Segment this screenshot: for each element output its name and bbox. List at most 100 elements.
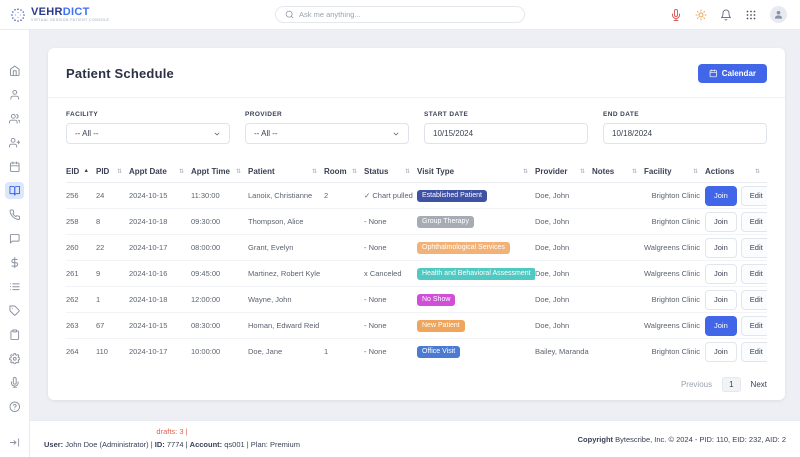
cell-status: ✓ Chart pulled xyxy=(364,183,417,209)
edit-button[interactable]: Edit xyxy=(741,238,767,258)
facility-select[interactable]: -- All -- xyxy=(66,123,230,144)
cell-visit_type: Ophthalmological Services xyxy=(417,235,535,261)
edit-button[interactable]: Edit xyxy=(741,186,767,206)
cell-room xyxy=(324,209,364,235)
column-header-eid[interactable]: EID▲ xyxy=(66,162,96,183)
filter-label-start-date: START DATE xyxy=(424,111,588,118)
edit-button[interactable]: Edit xyxy=(741,342,767,362)
column-label: PID xyxy=(96,167,109,176)
column-header-pid[interactable]: PID⇅ xyxy=(96,162,129,183)
topbar-actions xyxy=(670,6,800,23)
logo-text-primary: VEHR xyxy=(31,6,63,18)
sidebar-item-home[interactable] xyxy=(5,62,24,79)
calendar-button[interactable]: Calendar xyxy=(698,64,767,83)
column-header-actions[interactable]: Actions⇅ xyxy=(705,162,767,183)
sun-icon[interactable] xyxy=(695,9,707,21)
column-label: Visit Type xyxy=(417,167,454,176)
patients-icon xyxy=(9,113,21,125)
cell-facility: Walgreens Clinic xyxy=(644,235,705,261)
sidebar-item-tags[interactable] xyxy=(5,302,24,319)
app-logo[interactable]: VEHRDICT VIRTUAL SESSION PATIENT CONSOLE xyxy=(0,7,109,23)
column-header-appt_time[interactable]: Appt Time⇅ xyxy=(191,162,248,183)
sidebar-item-clipboard[interactable] xyxy=(5,326,24,343)
join-button[interactable]: Join xyxy=(705,264,737,284)
column-header-room[interactable]: Room⇅ xyxy=(324,162,364,183)
column-header-provider[interactable]: Provider⇅ xyxy=(535,162,592,183)
join-button[interactable]: Join xyxy=(705,212,737,232)
sidebar-item-calls[interactable] xyxy=(5,206,24,223)
sidebar-item-lists[interactable] xyxy=(5,278,24,295)
microphone-icon[interactable] xyxy=(670,9,682,21)
sidebar-item-patient[interactable] xyxy=(5,86,24,103)
sidebar-item-messages[interactable] xyxy=(5,230,24,247)
join-button[interactable]: Join xyxy=(705,290,737,310)
column-header-status[interactable]: Status⇅ xyxy=(364,162,417,183)
pagination-next[interactable]: Next xyxy=(751,380,767,389)
schedule-table: EID▲PID⇅Appt Date⇅Appt Time⇅Patient⇅Room… xyxy=(66,162,767,365)
column-header-facility[interactable]: Facility ⇅ xyxy=(644,162,705,183)
provider-select[interactable]: -- All -- xyxy=(245,123,409,144)
cell-eid: 260 xyxy=(66,235,96,261)
sidebar-item-schedule[interactable] xyxy=(5,182,24,199)
cell-facility: Brighton Clinic xyxy=(644,287,705,313)
sidebar-item-add-patient[interactable] xyxy=(5,134,24,151)
pagination-previous[interactable]: Previous xyxy=(681,380,712,389)
sidebar-item-help[interactable] xyxy=(5,398,24,415)
join-button[interactable]: Join xyxy=(705,316,737,336)
edit-button[interactable]: Edit xyxy=(741,316,767,336)
sidebar-item-dictation[interactable] xyxy=(5,374,24,391)
search-input[interactable] xyxy=(299,10,515,19)
join-button[interactable]: Join xyxy=(705,342,737,362)
phone-icon xyxy=(9,209,21,221)
join-button[interactable]: Join xyxy=(705,186,737,206)
page-title: Patient Schedule xyxy=(66,66,174,81)
filter-facility: FACILITY-- All -- xyxy=(66,111,230,144)
column-header-patient[interactable]: Patient⇅ xyxy=(248,162,324,183)
calendar-button-label: Calendar xyxy=(722,69,756,78)
card-header: Patient Schedule Calendar xyxy=(48,48,785,98)
cell-visit_type: Group Therapy xyxy=(417,209,535,235)
cell-status: - None xyxy=(364,313,417,339)
sort-icon: ⇅ xyxy=(236,169,241,175)
cell-room: 1 xyxy=(324,339,364,365)
sidebar-item-patients[interactable] xyxy=(5,110,24,127)
book-icon xyxy=(9,185,21,197)
visit-type-badge: New Patient xyxy=(417,320,465,332)
avatar-icon[interactable] xyxy=(770,6,787,23)
sidebar-item-appointments[interactable] xyxy=(5,158,24,175)
visit-type-badge: Group Therapy xyxy=(417,216,474,228)
filter-label-end-date: END DATE xyxy=(603,111,767,118)
search-bar[interactable] xyxy=(275,6,525,23)
cell-actions: JoinEdit xyxy=(705,209,767,235)
edit-button[interactable]: Edit xyxy=(741,290,767,310)
edit-button[interactable]: Edit xyxy=(741,264,767,284)
edit-button[interactable]: Edit xyxy=(741,212,767,232)
footer-user-info: drafts: 3 | User: John Doe (Administrato… xyxy=(44,426,300,452)
sidebar-expand-icon[interactable] xyxy=(9,437,20,448)
cell-room xyxy=(324,235,364,261)
table-row: 256242024-10-1511:30:00Lanoix, Christian… xyxy=(66,183,767,209)
table-wrap: EID▲PID⇅Appt Date⇅Appt Time⇅Patient⇅Room… xyxy=(48,162,785,365)
chat-icon xyxy=(9,233,21,245)
column-header-notes[interactable]: Notes⇅ xyxy=(592,162,644,183)
column-header-visit_type[interactable]: Visit Type⇅ xyxy=(417,162,535,183)
pagination: Previous 1 Next xyxy=(48,365,785,404)
cell-provider: Doe, John xyxy=(535,183,592,209)
pagination-page-1[interactable]: 1 xyxy=(722,377,740,392)
apps-grid-icon[interactable] xyxy=(745,9,757,21)
sidebar-item-settings[interactable] xyxy=(5,350,24,367)
cell-patient: Homan, Edward Reid xyxy=(248,313,324,339)
sort-icon: ⇅ xyxy=(693,169,698,175)
copyright-label: Copyright xyxy=(578,435,613,444)
start-date-input[interactable]: 10/15/2024 xyxy=(424,123,588,144)
bell-icon[interactable] xyxy=(720,9,732,21)
cell-status: - None xyxy=(364,209,417,235)
cell-appt_time: 12:00:00 xyxy=(191,287,248,313)
column-header-appt_date[interactable]: Appt Date⇅ xyxy=(129,162,191,183)
sidebar-item-billing[interactable] xyxy=(5,254,24,271)
join-button[interactable]: Join xyxy=(705,238,737,258)
topbar: VEHRDICT VIRTUAL SESSION PATIENT CONSOLE xyxy=(0,0,800,30)
end-date-input[interactable]: 10/18/2024 xyxy=(603,123,767,144)
search-icon xyxy=(285,10,294,19)
column-label: Facility xyxy=(644,167,672,176)
